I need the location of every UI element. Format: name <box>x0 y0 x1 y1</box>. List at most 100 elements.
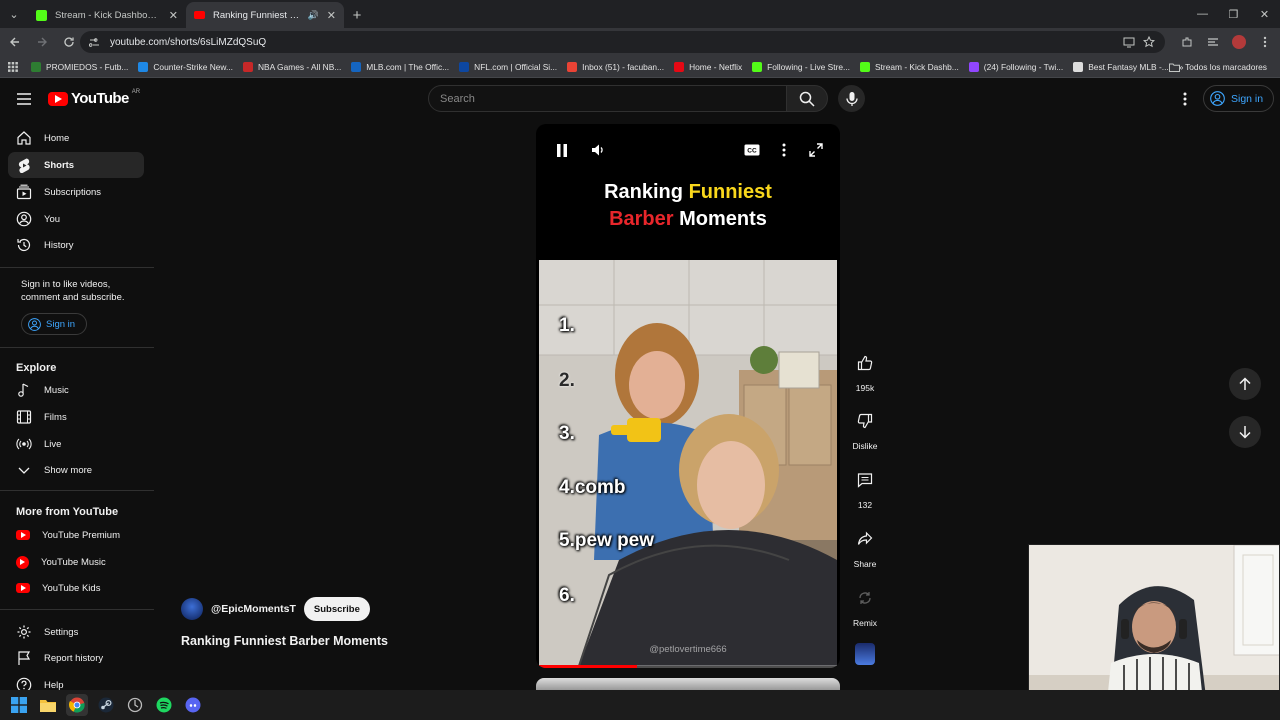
sidebar-divider <box>0 347 154 348</box>
tab-youtube-short[interactable]: Ranking Funniest Barber M 🔊 ✕ <box>186 2 344 28</box>
close-tab-icon[interactable]: ✕ <box>169 9 178 22</box>
sidebar-item-report-history[interactable]: Report history <box>8 645 144 671</box>
sidebar-sign-in-button[interactable]: Sign in <box>21 313 87 335</box>
profile-avatar[interactable] <box>1230 33 1248 51</box>
file-explorer-icon[interactable] <box>37 694 59 716</box>
remix-button[interactable] <box>849 582 881 614</box>
tab-title: Stream - Kick Dashboard <box>55 9 161 21</box>
tab-kick-dashboard[interactable]: Stream - Kick Dashboard ✕ <box>28 2 186 28</box>
bookmark-item[interactable]: NBA Games - All NB... <box>238 56 346 78</box>
sidebar-item-settings[interactable]: Settings <box>8 619 144 645</box>
pause-button[interactable] <box>552 140 572 160</box>
all-bookmarks-button[interactable]: Todos los marcadores <box>1164 56 1272 78</box>
browser-tab-strip: ⌄ Stream - Kick Dashboard ✕ Ranking Funn… <box>0 0 1280 28</box>
sidebar-item-youtube-music[interactable]: YouTube Music <box>8 549 144 575</box>
apps-grid-icon[interactable] <box>0 56 26 78</box>
voice-search-button[interactable] <box>838 85 865 112</box>
sidebar-item-history[interactable]: History <box>8 232 144 258</box>
channel-avatar[interactable] <box>181 598 203 620</box>
shorts-player[interactable]: CC Ranking Funniest Barber Moments 1. 2.… <box>536 124 840 668</box>
next-short-preview[interactable] <box>536 678 840 690</box>
discord-icon[interactable] <box>182 694 204 716</box>
previous-short-button[interactable] <box>1229 368 1261 400</box>
windows-start-icon[interactable] <box>8 694 30 716</box>
sidebar-item-youtube-premium[interactable]: YouTube Premium <box>8 522 144 548</box>
volume-button[interactable] <box>588 140 608 160</box>
sidebar-item-show-more[interactable]: Show more <box>8 457 144 483</box>
sidebar-item-label: Settings <box>44 626 79 638</box>
sidebar-item-films[interactable]: Films <box>8 404 144 430</box>
short-title[interactable]: Ranking Funniest Barber Moments <box>181 634 388 648</box>
menu-icon[interactable] <box>14 89 34 109</box>
comments-button[interactable] <box>849 464 881 496</box>
captions-button[interactable]: CC <box>742 140 762 160</box>
spotify-icon[interactable] <box>153 694 175 716</box>
arrow-down-icon <box>1238 425 1252 439</box>
sidebar-item-home[interactable]: Home <box>8 125 144 151</box>
steam-icon[interactable] <box>95 694 117 716</box>
fullscreen-button[interactable] <box>806 140 826 160</box>
sidebar-item-live[interactable]: Live <box>8 431 144 457</box>
new-tab-button[interactable]: + <box>344 2 370 28</box>
more-options-button[interactable] <box>774 140 794 160</box>
tab-audio-icon[interactable]: 🔊 <box>308 10 319 21</box>
bookmark-item[interactable]: NFL.com | Official Si... <box>454 56 562 78</box>
youtube-logo[interactable]: YouTube AR <box>48 89 140 107</box>
maximize-button[interactable]: ❐ <box>1218 0 1249 28</box>
dislike-button[interactable] <box>849 405 881 437</box>
sidebar-item-youtube-kids[interactable]: YouTube Kids <box>8 575 144 601</box>
subscribe-button[interactable]: Subscribe <box>303 597 370 621</box>
tab-search-button[interactable]: ⌄ <box>0 0 28 28</box>
bookmark-item[interactable]: Following - Live Stre... <box>747 56 855 78</box>
settings-menu-button[interactable] <box>1176 89 1194 109</box>
bookmark-label: Counter-Strike New... <box>153 61 233 72</box>
sidebar-item-help[interactable]: Help <box>8 672 144 690</box>
bookmark-item[interactable]: Inbox (51) - facuban... <box>562 56 669 78</box>
bookmark-item[interactable]: PROMIEDOS - Futb... <box>26 56 133 78</box>
sidebar-item-label: Home <box>44 132 70 144</box>
sidebar-item-music[interactable]: Music <box>8 377 144 403</box>
closed-captions-icon: CC <box>744 144 760 156</box>
share-button[interactable] <box>849 523 881 555</box>
close-tab-icon[interactable]: ✕ <box>327 9 336 22</box>
search-button[interactable] <box>786 85 828 112</box>
close-window-button[interactable]: ✕ <box>1249 0 1280 28</box>
channel-name[interactable]: @EpicMomentsT <box>211 603 296 615</box>
bookmark-item[interactable]: Home - Netflix <box>669 56 747 78</box>
pause-icon <box>556 143 568 157</box>
bookmark-item[interactable]: Best Fantasy MLB -... <box>1068 56 1174 78</box>
sidebar-item-shorts[interactable]: Shorts <box>8 152 144 178</box>
bookmark-star-icon[interactable] <box>1143 36 1155 48</box>
title-word: Ranking <box>604 181 683 203</box>
progress-bar[interactable] <box>539 665 837 668</box>
bookmark-item[interactable]: Stream - Kick Dashb... <box>855 56 964 78</box>
remix-icon <box>857 590 873 606</box>
sidebar-item-label: YouTube Music <box>41 556 106 568</box>
search-input[interactable]: Search <box>428 85 787 112</box>
sound-source-thumbnail[interactable] <box>855 643 875 665</box>
bookmark-label: Stream - Kick Dashb... <box>875 61 959 72</box>
sidebar-item-you[interactable]: You <box>8 206 144 232</box>
sidebar-item-subscriptions[interactable]: Subscriptions <box>8 179 144 205</box>
bookmark-item[interactable]: Counter-Strike New... <box>133 56 238 78</box>
reading-list-icon[interactable] <box>1204 33 1222 51</box>
chrome-icon[interactable] <box>66 694 88 716</box>
back-button[interactable] <box>3 30 27 54</box>
sign-in-button[interactable]: Sign in <box>1203 85 1275 112</box>
address-bar[interactable]: youtube.com/shorts/6sLiMZdQSuQ <box>80 31 1165 53</box>
site-info-icon[interactable] <box>89 37 100 48</box>
svg-text:CC: CC <box>747 148 757 155</box>
extensions-icon[interactable] <box>1178 33 1196 51</box>
reload-button[interactable] <box>57 30 81 54</box>
bookmark-item[interactable]: MLB.com | The Offic... <box>346 56 454 78</box>
forward-button[interactable] <box>30 30 54 54</box>
next-short-button[interactable] <box>1229 416 1261 448</box>
bookmark-favicon-icon <box>968 61 979 72</box>
you-icon <box>16 211 32 227</box>
minimize-button[interactable]: — <box>1187 0 1218 28</box>
app-icon[interactable] <box>124 694 146 716</box>
browser-menu-icon[interactable] <box>1256 33 1274 51</box>
like-button[interactable] <box>849 347 881 379</box>
install-app-icon[interactable] <box>1123 36 1135 48</box>
bookmark-item[interactable]: (24) Following - Twi... <box>964 56 1068 78</box>
